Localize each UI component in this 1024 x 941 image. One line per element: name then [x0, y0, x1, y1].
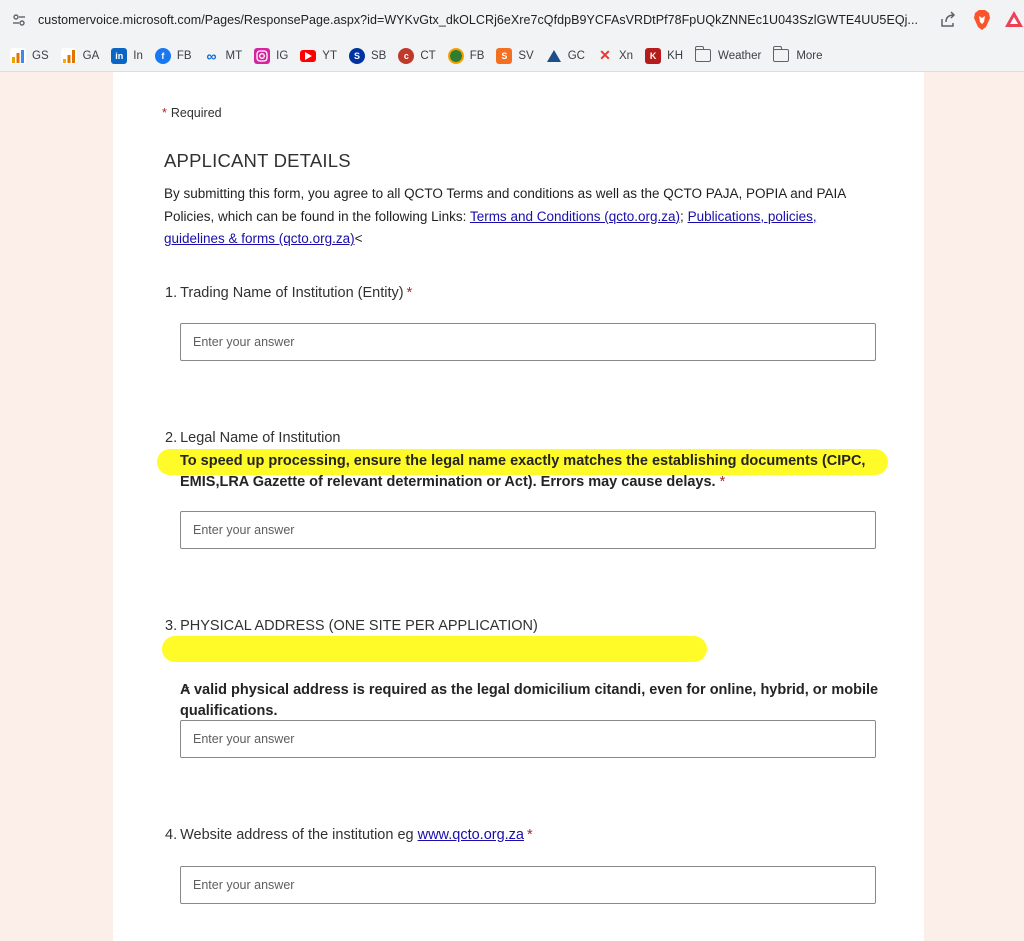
bookmark-fb[interactable]: f FB [149, 43, 198, 69]
section-title: APPLICANT DETAILS [164, 150, 351, 171]
bar-chart-icon [10, 47, 26, 64]
facebook-icon: f [154, 47, 171, 64]
bookmark-ga[interactable]: GA [55, 43, 106, 69]
kh-icon: K [645, 47, 662, 64]
analytics-icon [60, 47, 77, 64]
bookmark-gs[interactable]: GS [4, 43, 55, 69]
address-bar: customervoice.microsoft.com/Pages/Respon… [0, 0, 1024, 40]
question-3-title: 3. PHYSICAL ADDRESS (ONE SITE PER APPLICA… [165, 618, 538, 634]
required-star: * [406, 285, 413, 301]
bookmark-sv[interactable]: S SV [490, 43, 539, 69]
terms-link[interactable]: Terms and Conditions (qcto.org.za) [470, 209, 680, 224]
folder-icon [694, 46, 712, 62]
question-2-title: 2. Legal Name of Institution [165, 430, 341, 446]
bookmark-yt[interactable]: YT [294, 43, 343, 69]
physical-address-input[interactable] [180, 720, 876, 758]
qcto-website-link[interactable]: www.qcto.org.za [418, 827, 524, 843]
bookmarks-bar: GS GA in In f FB ∞ MT IG YT S SB c CT FB S SV … [0, 40, 1024, 72]
folder-icon [772, 46, 790, 62]
highlighter-mark [162, 636, 707, 662]
instagram-icon [254, 47, 271, 64]
question-1-title: 1. Trading Name of Institution (Entity) * [165, 285, 413, 301]
circle-logo-icon [447, 47, 464, 64]
triangle-icon [546, 48, 562, 64]
bookmark-fb-2[interactable]: FB [442, 43, 491, 69]
section-description: By submitting this form, you agree to al… [164, 186, 846, 246]
meta-icon: ∞ [206, 47, 217, 64]
youtube-icon [300, 49, 317, 62]
shield-icon: S [349, 47, 365, 64]
sv-icon: S [496, 47, 513, 64]
bookmark-ct[interactable]: c CT [392, 43, 441, 69]
url-field[interactable]: customervoice.microsoft.com/Pages/Respon… [38, 13, 926, 27]
brave-shield-icon[interactable] [972, 9, 992, 31]
ct-icon: c [398, 47, 415, 64]
bookmark-kh[interactable]: K KH [639, 43, 689, 69]
website-input[interactable] [180, 866, 876, 904]
question-3-note: A valid physical address is required as … [180, 682, 879, 719]
required-star: * [719, 474, 726, 490]
required-star: * [527, 827, 533, 843]
share-icon[interactable] [938, 10, 958, 30]
bookmark-folder-more[interactable]: More [767, 43, 828, 69]
bookmark-mt[interactable]: ∞ MT [198, 43, 249, 69]
question-4-title: 4. Website address of the institution eg … [165, 827, 533, 843]
question-2-note: To speed up processing, ensure the legal… [180, 453, 866, 490]
linkedin-icon: in [111, 47, 128, 64]
bookmark-in[interactable]: in In [105, 43, 149, 69]
trading-name-input[interactable] [180, 323, 876, 361]
legal-name-input[interactable] [180, 511, 876, 549]
bookmark-gc[interactable]: GC [540, 43, 591, 69]
site-settings-icon[interactable] [12, 13, 26, 27]
required-note: * Required [162, 106, 222, 120]
brave-rewards-icon[interactable] [1004, 9, 1024, 29]
bookmark-sb[interactable]: S SB [343, 43, 392, 69]
bookmark-ig[interactable]: IG [248, 43, 294, 69]
bookmark-folder-weather[interactable]: Weather [689, 43, 767, 69]
butterfly-icon: ✕ [599, 47, 611, 63]
bookmark-xn[interactable]: ✕ Xn [591, 43, 639, 69]
